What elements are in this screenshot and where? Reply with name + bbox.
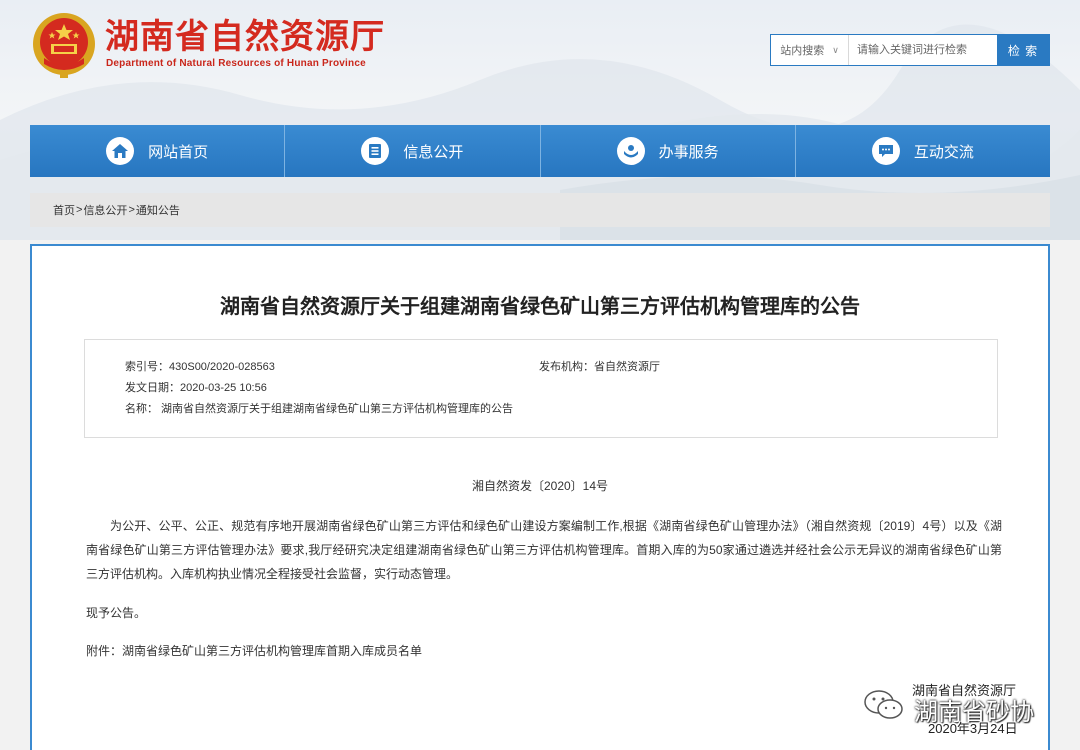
breadcrumb-notices[interactable]: 通知公告 (136, 202, 180, 218)
watermark-date: 2020年3月24日 (928, 721, 1018, 736)
nav-item-label: 互动交流 (913, 143, 974, 161)
wechat-logo-icon (864, 690, 903, 719)
breadcrumb-separator: > (76, 204, 83, 216)
meta-date: 发文日期：2020-03-25 10:56 (125, 382, 267, 394)
breadcrumb-info-disclosure[interactable]: 信息公开 (83, 202, 127, 218)
search-button[interactable]: 检 索 (997, 35, 1049, 65)
nav-item-label: 信息公开 (403, 143, 464, 161)
nav-item-label: 网站首页 (148, 143, 209, 161)
service-hands-icon (616, 137, 645, 165)
home-icon (106, 137, 135, 165)
article-attachment[interactable]: 附件：湖南省绿色矿山第三方评估机构管理库首期入库成员名单 (86, 642, 422, 659)
breadcrumb-home[interactable]: 首页 (53, 202, 75, 218)
meta-publisher: 发布机构：省自然资源厅 (539, 361, 660, 373)
watermark: 湖南省自然资源厅 湖南省砂协 2020年3月24日 (862, 680, 1062, 740)
article-body: 为公开、公平、公正、规范有序地开展湖南省绿色矿山第三方评估和绿色矿山建设方案编制… (86, 519, 1002, 581)
article-closing: 现予公告。 (86, 606, 147, 620)
search-scope-label: 站内搜索 (780, 45, 825, 57)
search-input[interactable] (849, 35, 997, 65)
search-box: 站内搜索 ∨ 检 索 (770, 34, 1050, 66)
national-emblem-icon (33, 13, 95, 78)
nav-item-home[interactable]: 网站首页 (30, 125, 286, 177)
nav-item-interaction[interactable]: 互动交流 (796, 125, 1050, 177)
nav-item-services[interactable]: 办事服务 (541, 125, 796, 177)
main-nav: 网站首页 信息公开 办事服务 互动交流 (30, 125, 1050, 177)
site-header: 湖南省自然资源厅 Department of Natural Resources… (0, 0, 1080, 125)
article-title: 湖南省自然资源厅关于组建湖南省绿色矿山第三方评估机构管理库的公告 (220, 294, 860, 318)
site-title: 湖南省自然资源厅 (105, 17, 385, 57)
nav-item-info-disclosure[interactable]: 信息公开 (285, 125, 541, 177)
chevron-down-icon: ∨ (832, 44, 839, 55)
nav-item-label: 办事服务 (658, 143, 719, 161)
document-number: 湘自然资发〔2020〕14号 (471, 479, 609, 493)
search-scope-select[interactable]: 站内搜索 ∨ (771, 35, 849, 65)
meta-name: 名称： 湖南省自然资源厅关于组建湖南省绿色矿山第三方评估机构管理库的公告 (125, 403, 514, 415)
article-meta-box: 索引号：430S00/2020-028563 发布机构：省自然资源厅 发文日期：… (84, 339, 998, 438)
meta-index-no: 索引号：430S00/2020-028563 (125, 361, 275, 373)
document-list-icon (361, 137, 390, 165)
breadcrumb-separator: > (128, 204, 135, 216)
site-subtitle: Department of Natural Resources of Hunan… (106, 58, 366, 69)
chat-bubble-icon (871, 137, 900, 165)
article-panel: 湖南省自然资源厅关于组建湖南省绿色矿山第三方评估机构管理库的公告 索引号：430… (30, 244, 1050, 750)
breadcrumb: 首页 > 信息公开 > 通知公告 (30, 193, 1050, 227)
